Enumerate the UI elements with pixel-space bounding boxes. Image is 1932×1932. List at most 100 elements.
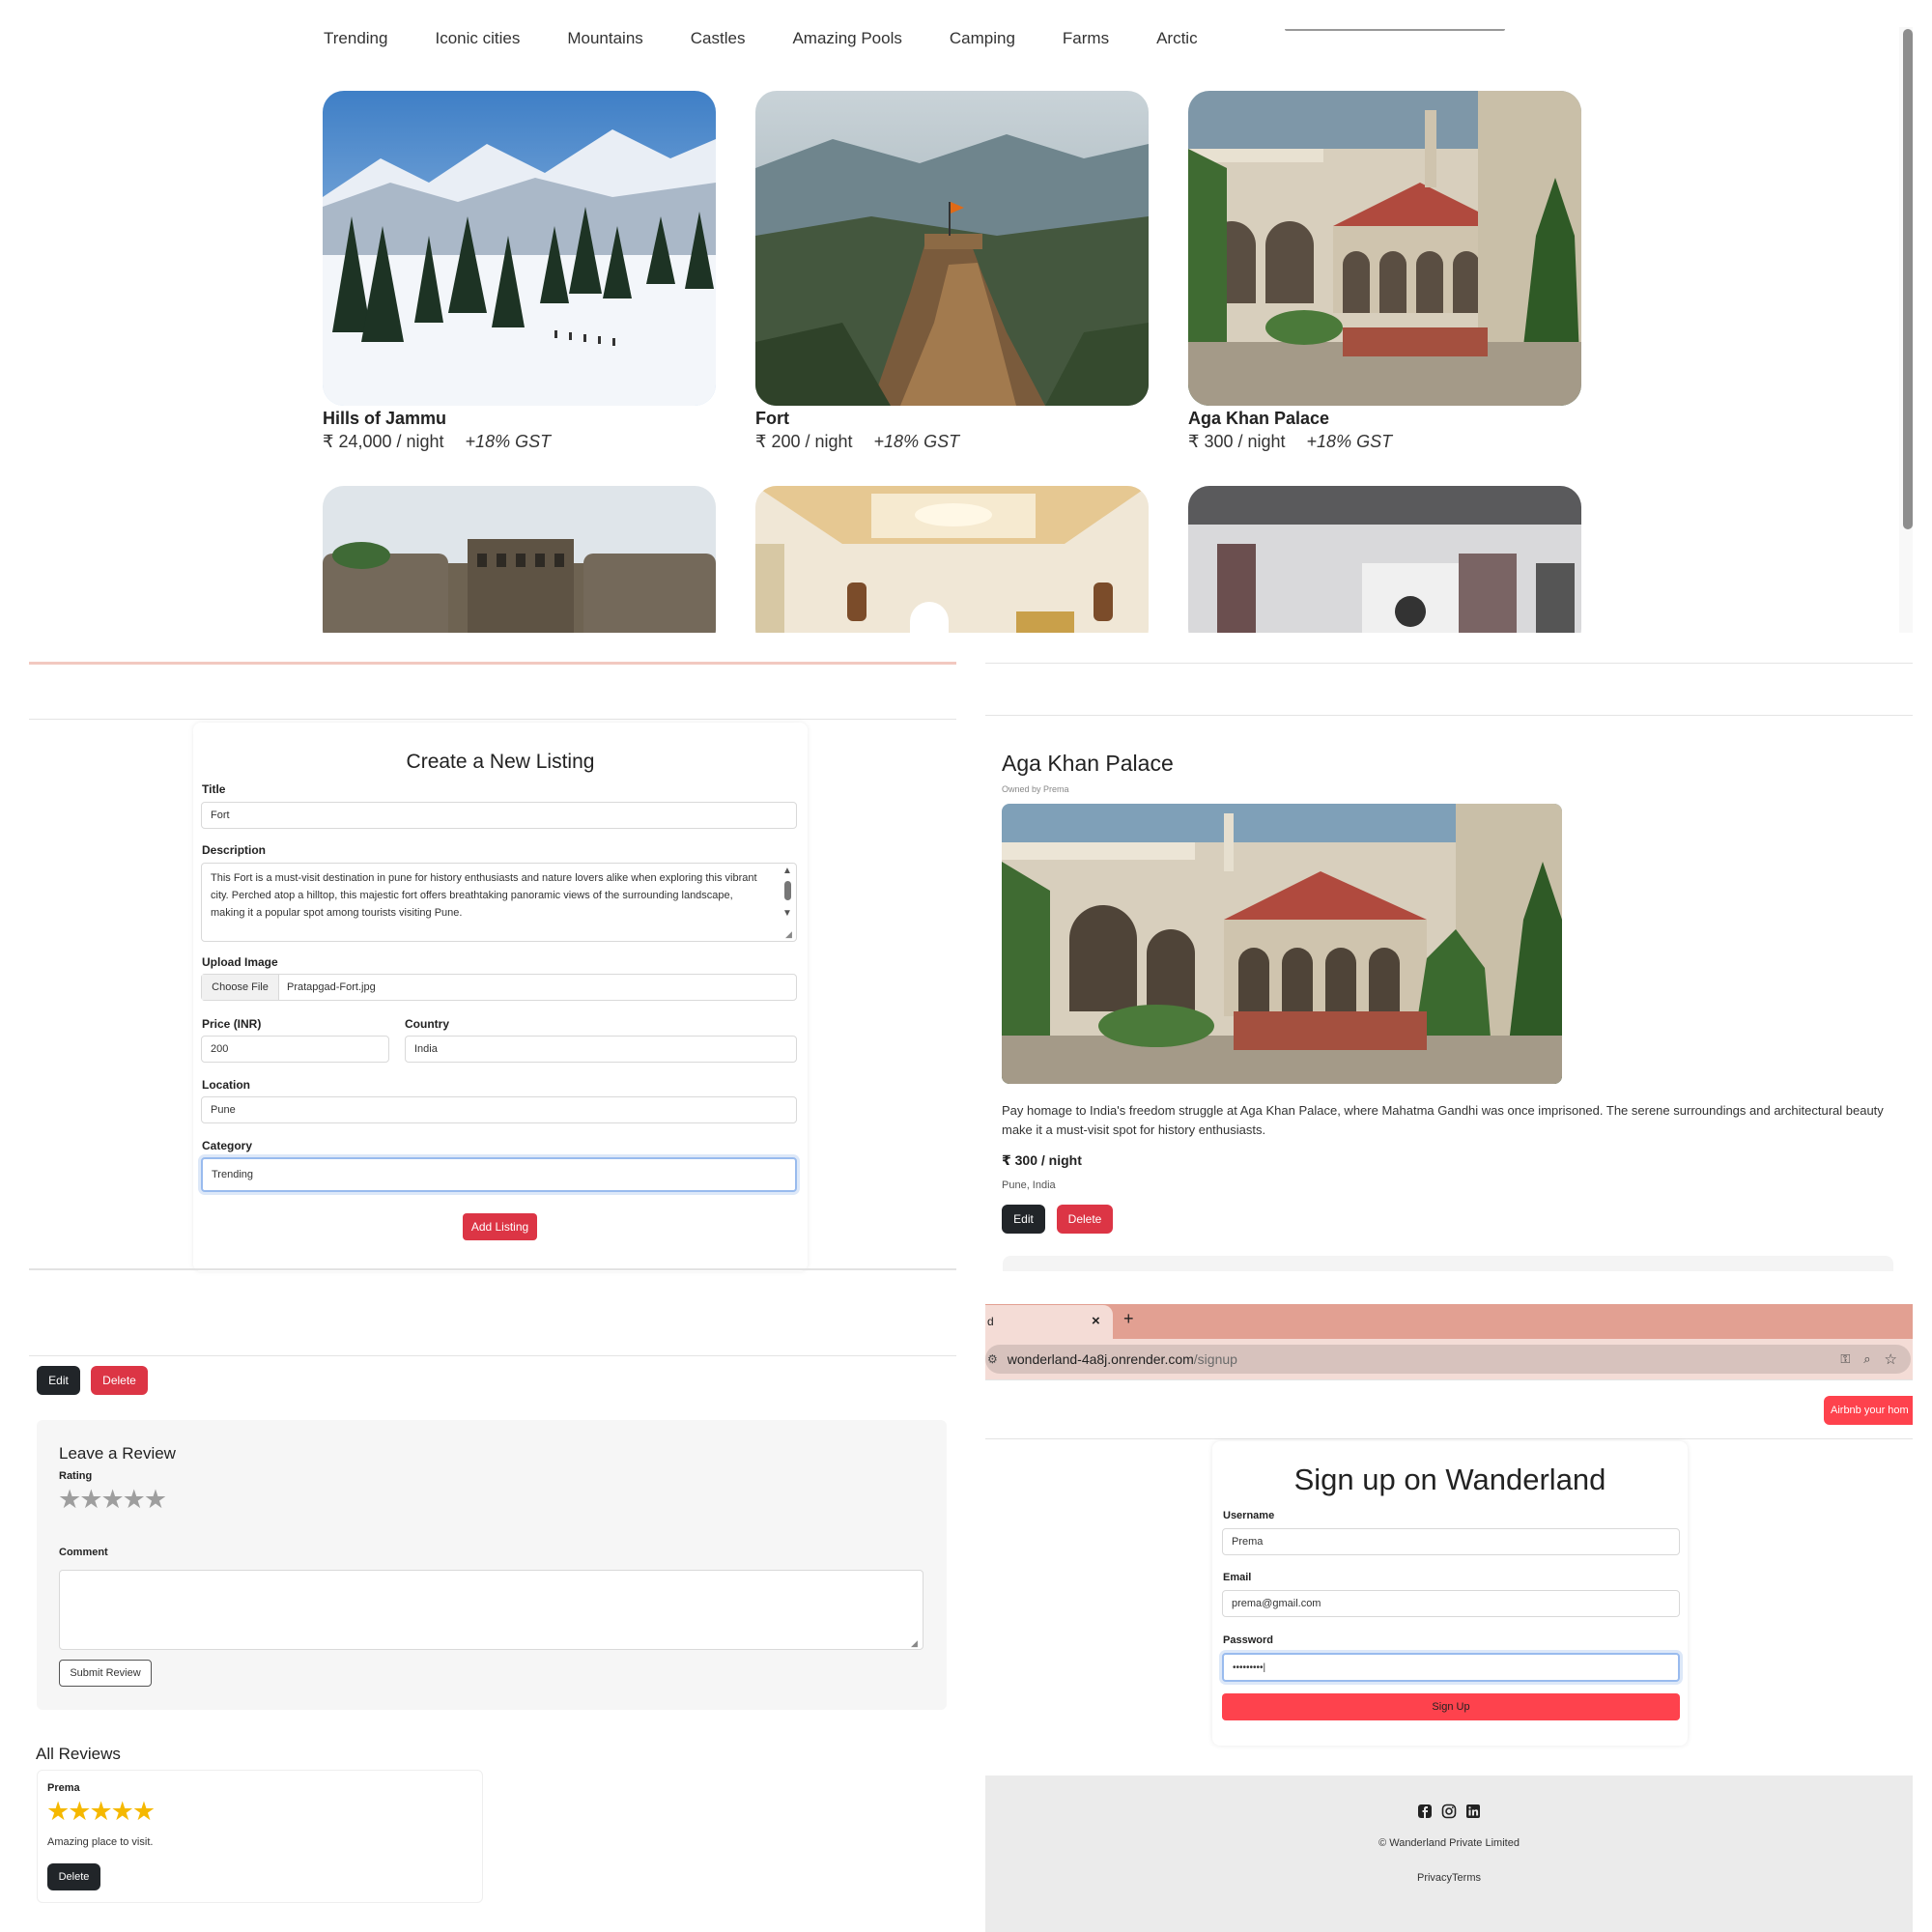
category-label: Category [202,1139,253,1152]
bookmark-star-icon[interactable]: ☆ [1885,1350,1897,1368]
listing-card-image[interactable] [755,486,1149,650]
delete-review-button[interactable]: Delete [47,1863,100,1890]
page-scrollbar-thumb[interactable] [1903,29,1913,529]
signup-heading: Sign up on Wanderland [1293,1463,1606,1496]
description-scrollbar[interactable]: ▲ ▼ [781,866,794,923]
username-label: Username [1223,1510,1275,1521]
comment-label: Comment [59,1547,108,1558]
listing-image [1002,804,1562,1084]
comment-textarea[interactable] [59,1570,923,1650]
edit-button[interactable]: Edit [37,1366,80,1395]
listing-location: Pune, India [1002,1179,1056,1191]
listing-description: Pay homage to India's freedom struggle a… [1002,1103,1884,1137]
footer-links[interactable]: PrivacyTerms [985,1872,1913,1884]
listing-gst: +18% GST [1306,432,1393,451]
category-input[interactable]: Trending [201,1157,797,1192]
delete-button[interactable]: Delete [1057,1205,1113,1234]
category-mountains[interactable]: Mountains [567,29,642,48]
airbnb-your-home-button[interactable]: Airbnb your hom [1824,1396,1913,1425]
new-tab-icon[interactable]: + [1123,1309,1134,1329]
title-input[interactable]: Fort [201,802,797,829]
star-icon[interactable]: ★ [58,1485,81,1514]
choose-file-button[interactable]: Choose File [202,975,279,1000]
email-input[interactable]: prema@gmail.com [1222,1590,1680,1617]
linkedin-icon[interactable] [1465,1804,1481,1819]
instagram-icon[interactable] [1441,1804,1457,1819]
category-iconic-cities[interactable]: Iconic cities [435,29,520,48]
category-arctic[interactable]: Arctic [1156,29,1198,48]
listing-card-image[interactable] [1188,486,1581,650]
star-icon: ★ [110,1797,134,1826]
image-file-input[interactable]: Choose File Pratapgad-Fort.jpg [201,974,797,1001]
resize-grip-icon[interactable]: ◢ [785,929,795,939]
panel-divider [29,1355,956,1356]
description-text: This Fort is a must-visit destination in… [211,872,757,919]
rating-label: Rating [59,1470,93,1482]
description-label: Description [202,843,267,857]
price-input[interactable]: 200 [201,1036,389,1063]
category-castles[interactable]: Castles [691,29,746,48]
browser-divider [985,1379,1913,1380]
listing-card-image[interactable] [323,91,716,406]
listing-card-title[interactable]: Hills of Jammu [323,409,446,429]
review-form-card [37,1420,947,1710]
browser-tab[interactable]: d × [985,1305,1113,1339]
scroll-down-arrow-icon[interactable]: ▼ [781,908,794,919]
site-settings-icon[interactable]: ⚙ [987,1352,998,1366]
category-amazing-pools[interactable]: Amazing Pools [792,29,901,48]
listing-card-title[interactable]: Aga Khan Palace [1188,409,1329,429]
price-label: Price (INR) [202,1017,262,1031]
country-label: Country [405,1017,449,1031]
scroll-up-arrow-icon[interactable]: ▲ [781,866,794,876]
listing-card-title[interactable]: Fort [755,409,789,429]
edit-button[interactable]: Edit [1002,1205,1045,1234]
facebook-icon[interactable] [1417,1804,1433,1819]
password-key-icon[interactable]: ⚿ [1840,1351,1850,1367]
password-input[interactable]: •••••••••| [1222,1653,1680,1682]
review-heading: Leave a Review [59,1444,176,1463]
address-bar[interactable]: ⚙ wonderland-4a8j.onrender.com/signup ⚿ … [985,1345,1911,1374]
delete-button[interactable]: Delete [91,1366,148,1395]
category-trending[interactable]: Trending [324,29,387,48]
sign-up-button[interactable]: Sign Up [1222,1693,1680,1720]
star-icon: ★ [68,1797,91,1826]
listing-price: ₹ 200 / night [755,432,853,451]
resize-grip-icon[interactable]: ◢ [911,1638,921,1648]
listing-card-price: ₹ 200 / night +18% GST [755,432,959,452]
url-host: wonderland-4a8j.onrender.com [1007,1351,1194,1367]
description-textarea[interactable]: This Fort is a must-visit destination in… [201,863,797,942]
star-icon[interactable]: ★ [100,1485,124,1514]
listing-card-image[interactable] [1188,91,1581,406]
review-section-edge [1003,1256,1893,1271]
location-input[interactable]: Pune [201,1096,797,1123]
listing-title: Aga Khan Palace [1002,751,1174,776]
username-input[interactable]: Prema [1222,1528,1680,1555]
tax-toggle-outline [1285,29,1505,31]
email-label: Email [1223,1572,1252,1583]
listing-card-image[interactable] [323,486,716,650]
panel-divider [29,662,956,665]
selected-file-name: Pratapgad-Fort.jpg [287,981,376,993]
review-comment: Amazing place to visit. [47,1836,154,1848]
add-listing-button[interactable]: Add Listing [463,1213,537,1240]
scroll-thumb[interactable] [784,881,791,900]
panel-divider [29,719,956,720]
category-farms[interactable]: Farms [1063,29,1109,48]
listing-card-image[interactable] [755,91,1149,406]
panel-divider [985,715,1913,716]
star-icon[interactable]: ★ [144,1485,167,1514]
listing-gst: +18% GST [465,432,552,451]
rating-stars-input[interactable]: ★★★★★ [58,1485,167,1515]
panel-divider [985,663,1913,664]
footer [985,1776,1913,1932]
url-path: /signup [1193,1351,1237,1367]
submit-review-button[interactable]: Submit Review [59,1660,152,1687]
category-camping[interactable]: Camping [950,29,1015,48]
listing-price: ₹ 300 / night [1188,432,1286,451]
star-icon[interactable]: ★ [123,1485,146,1514]
country-input[interactable]: India [405,1036,797,1063]
tab-title: d [987,1315,994,1328]
star-icon[interactable]: ★ [79,1485,102,1514]
zoom-icon[interactable]: ⌕ [1863,1351,1870,1367]
close-icon[interactable]: × [1092,1313,1100,1329]
